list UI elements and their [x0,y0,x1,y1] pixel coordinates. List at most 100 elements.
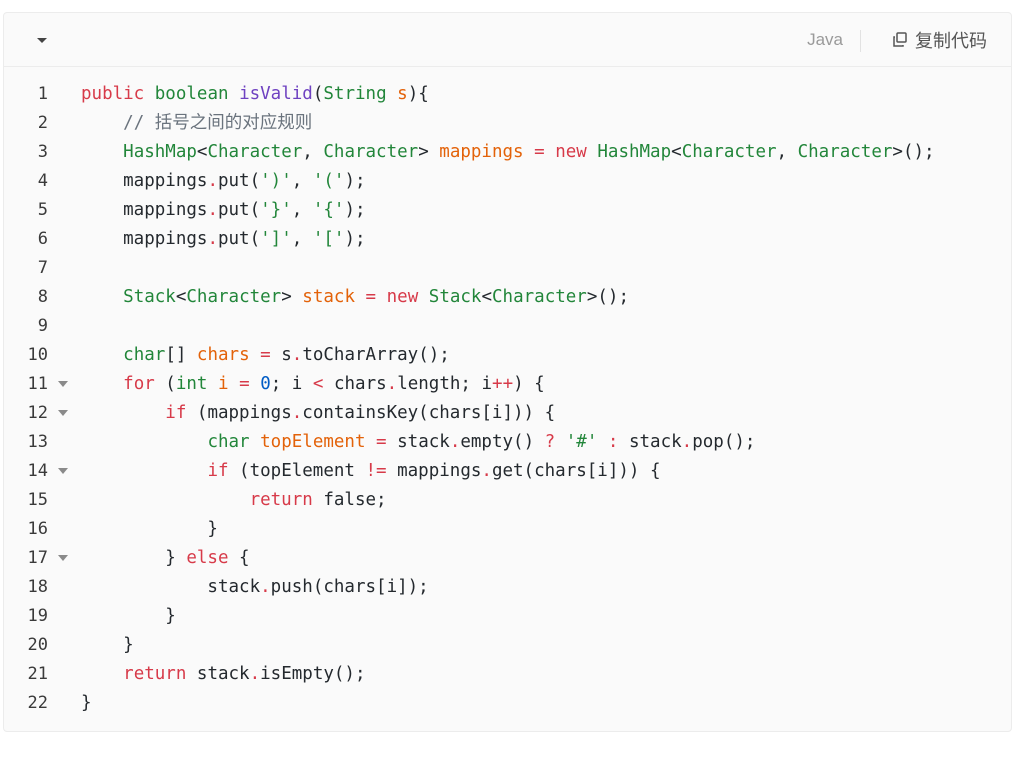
code-token: = [376,432,387,452]
code-token: ) { [513,374,545,394]
line-number: 15 [27,490,48,510]
code-token: ( [312,84,324,104]
line-code: public boolean isValid(String s){ [81,80,429,109]
line-code: mappings.put('}', '{'); [81,196,365,225]
code-token: push(chars[i]); [270,577,429,597]
line-code: } else { [81,544,250,573]
language-label: Java [807,30,843,49]
line-number: 4 [37,171,48,191]
copy-code-button[interactable]: 复制代码 [891,27,987,53]
fold-toggle-icon[interactable] [58,468,68,474]
code-token: false; [312,490,387,510]
toolbar-divider [860,30,861,52]
code-line: 12 if (mappings.containsKey(chars[i])) { [4,399,1011,428]
line-code: char[] chars = s.toCharArray(); [81,341,450,370]
code-token: . [207,229,218,249]
line-code: return false; [81,486,387,515]
code-token: . [207,171,218,191]
line-code: stack.push(chars[i]); [81,573,429,602]
code-token: Character [323,142,419,162]
line-number: 10 [27,345,48,365]
code-token: ); [344,171,366,191]
code-token: < [481,287,493,307]
code-token: topElement [260,432,366,452]
code-line: 10 char[] chars = s.toCharArray(); [4,341,1011,370]
code-token: ++ [492,374,514,394]
line-code: for (int i = 0; i < chars.length; i++) { [81,370,545,399]
code-token: , [302,142,324,162]
code-line: 11 for (int i = 0; i < chars.length; i++… [4,370,1011,399]
chevron-down-icon[interactable] [32,31,52,49]
code-token: } [81,519,218,539]
code-token: { [228,548,250,568]
code-line: 6 mappings.put(']', '['); [4,225,1011,254]
code-token: > [418,142,440,162]
line-number: 12 [27,403,48,423]
code-token: for [123,374,155,394]
code-token: '#' [565,432,598,452]
code-token: ){ [407,84,429,104]
fold-toggle-icon[interactable] [58,555,68,561]
code-token: ? [544,432,556,452]
code-token: stack [81,577,261,597]
code-token: < [196,142,208,162]
line-number: 14 [27,461,48,481]
code-token: < [175,287,187,307]
code-token: > [281,287,303,307]
code-token: char [123,345,166,365]
line-number: 8 [37,287,48,307]
line-number: 13 [27,432,48,452]
code-token: mappings [81,171,208,191]
line-number: 2 [37,113,48,133]
code-token: stack [186,664,250,684]
line-code: return stack.isEmpty(); [81,660,365,689]
line-number: 19 [27,606,48,626]
code-line: 22} [4,689,1011,718]
code-area[interactable]: 1 public boolean isValid(String s){2 // 括… [4,80,1011,718]
code-token: '(' [312,171,345,191]
code-line: 9 [4,312,1011,341]
code-token: HashMap [597,142,672,162]
code-line: 17 } else { [4,544,1011,573]
code-token: '}' [260,200,292,220]
code-token: Character [797,142,893,162]
fold-toggle-icon[interactable] [58,410,68,416]
code-token: mappings [81,200,208,220]
line-number: 1 [37,84,48,104]
code-token: return [123,664,187,684]
code-token: , [291,229,313,249]
code-token: (topElement [228,461,366,481]
code-line: 14 if (topElement != mappings.get(chars[… [4,457,1011,486]
code-token: HashMap [123,142,197,162]
code-token: . [260,577,271,597]
code-token: i [218,374,229,394]
code-token: if [165,403,187,423]
code-token: mappings [386,461,482,481]
line-number: 21 [27,664,48,684]
line-number: 20 [27,635,48,655]
code-token: < [671,142,682,162]
copy-icon [891,31,909,49]
code-line: 5 mappings.put('}', '{'); [4,196,1011,225]
line-code: } [81,689,92,718]
code-token: return [249,490,313,510]
code-token: mappings [81,229,208,249]
code-token: : [607,432,619,452]
code-token: s [270,345,292,365]
code-token: . [386,374,398,394]
code-token: toCharArray(); [302,345,450,365]
code-token: char [207,432,250,452]
line-number: 18 [27,577,48,597]
fold-toggle-icon[interactable] [58,381,68,387]
